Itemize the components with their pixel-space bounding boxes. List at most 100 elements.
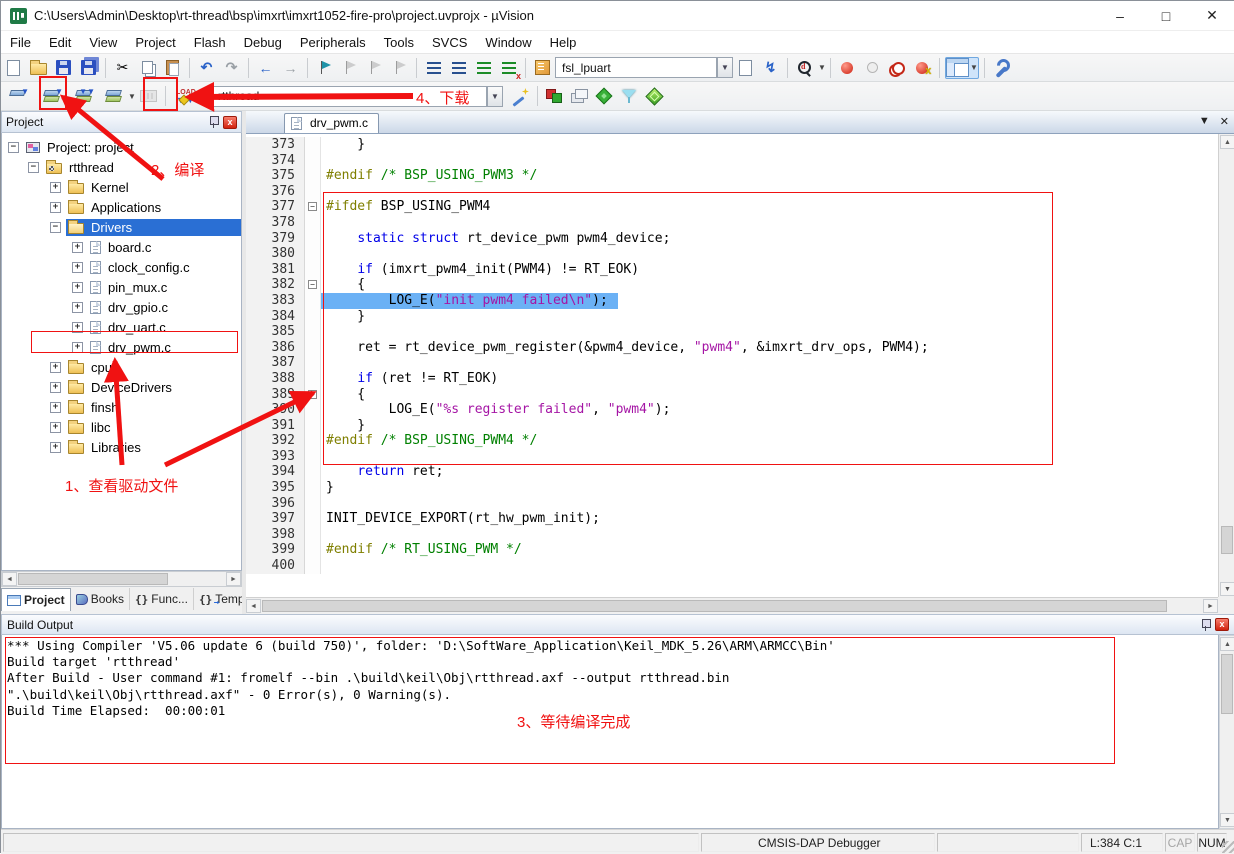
batch-build-dropdown-icon[interactable]: ▼: [128, 92, 136, 101]
code-line-389[interactable]: 389− {: [246, 387, 1218, 403]
fold-collapse-icon[interactable]: −: [308, 390, 317, 399]
navigate-back-icon[interactable]: ←: [254, 57, 277, 79]
tree-item-rtthread[interactable]: −rtthread: [2, 157, 241, 177]
code-line-394[interactable]: 394 return ret;: [246, 464, 1218, 480]
translate-icon[interactable]: ▼: [7, 85, 30, 107]
code-line-399[interactable]: 399#endif /* RT_USING_PWM */: [246, 542, 1218, 558]
code-line-395[interactable]: 395}: [246, 480, 1218, 496]
code-line-380[interactable]: 380: [246, 246, 1218, 262]
find-in-document-icon[interactable]: [734, 57, 757, 79]
insert-breakpoint-icon[interactable]: [836, 57, 859, 79]
open-file-icon[interactable]: [27, 57, 50, 79]
fold-margin[interactable]: −: [304, 199, 321, 215]
code-line-397[interactable]: 397INIT_DEVICE_EXPORT(rt_hw_pwm_init);: [246, 511, 1218, 527]
code-line-378[interactable]: 378: [246, 215, 1218, 231]
tree-item-drv-pwm-c[interactable]: +drv_pwm.c: [2, 337, 241, 357]
pin-icon[interactable]: [1200, 618, 1212, 632]
cut-icon[interactable]: ✂: [111, 57, 134, 79]
tree-item-libc[interactable]: +libc: [2, 417, 241, 437]
code-line-379[interactable]: 379 static struct rt_device_pwm pwm4_dev…: [246, 231, 1218, 247]
tree-item-drv-gpio-c[interactable]: +drv_gpio.c: [2, 297, 241, 317]
scroll-thumb[interactable]: [1221, 526, 1233, 554]
options-for-target-icon[interactable]: [509, 85, 532, 107]
save-all-icon[interactable]: [77, 57, 100, 79]
tree-item-drv-uart-c[interactable]: +drv_uart.c: [2, 317, 241, 337]
code-line-392[interactable]: 392#endif /* BSP_USING_PWM4 */: [246, 433, 1218, 449]
unindent-icon[interactable]: [422, 57, 445, 79]
tree-expander-icon[interactable]: +: [50, 202, 61, 213]
windows-layout-icon[interactable]: ▼: [945, 57, 979, 79]
scroll-right-icon[interactable]: ►: [1203, 599, 1218, 613]
tree-item-drivers[interactable]: −Drivers: [2, 217, 241, 237]
scroll-thumb[interactable]: [262, 600, 1167, 612]
find-combo-dropdown-icon[interactable]: ▼: [717, 57, 733, 78]
tree-expander-icon[interactable]: +: [72, 242, 83, 253]
fold-margin[interactable]: −: [304, 387, 321, 403]
panel-tab-project[interactable]: Project: [1, 588, 71, 611]
editor-vscrollbar[interactable]: ▲ ▼: [1218, 134, 1234, 597]
new-file-icon[interactable]: [2, 57, 25, 79]
code-line-398[interactable]: 398: [246, 527, 1218, 543]
scroll-up-icon[interactable]: ▲: [1220, 135, 1234, 149]
tree-item-project-project[interactable]: −Project: project: [2, 137, 241, 157]
code-line-377[interactable]: 377−#ifdef BSP_USING_PWM4: [246, 199, 1218, 215]
tree-expander-icon[interactable]: −: [50, 222, 61, 233]
tree-expander-icon[interactable]: +: [72, 302, 83, 313]
build-output-vscrollbar[interactable]: ▲ ▼: [1219, 635, 1234, 829]
code-line-376[interactable]: 376: [246, 184, 1218, 200]
incremental-find-icon[interactable]: ↯: [759, 57, 782, 79]
find-combo[interactable]: fsl_lpuart: [555, 57, 717, 78]
menu-item-file[interactable]: File: [1, 33, 40, 52]
next-bookmark-icon[interactable]: [363, 57, 386, 79]
close-button[interactable]: ✕: [1189, 1, 1234, 30]
menu-item-project[interactable]: Project: [126, 33, 184, 52]
editor-tab-drv-pwm-c[interactable]: drv_pwm.c: [284, 113, 379, 133]
kill-all-breakpoints-icon[interactable]: x: [911, 57, 934, 79]
indent-icon[interactable]: [447, 57, 470, 79]
maximize-button[interactable]: □: [1143, 1, 1189, 30]
editor-hscrollbar[interactable]: ◄ ►: [246, 597, 1218, 614]
tree-expander-icon[interactable]: +: [72, 262, 83, 273]
fold-collapse-icon[interactable]: −: [308, 202, 317, 211]
menu-item-svcs[interactable]: SVCS: [423, 33, 476, 52]
code-line-387[interactable]: 387: [246, 355, 1218, 371]
tree-expander-icon[interactable]: +: [72, 342, 83, 353]
manage-runtime-environment-icon[interactable]: [593, 85, 616, 107]
scroll-thumb[interactable]: [1221, 654, 1233, 714]
tree-item-clock-config-c[interactable]: +clock_config.c: [2, 257, 241, 277]
menu-item-debug[interactable]: Debug: [235, 33, 291, 52]
prev-bookmark-icon[interactable]: [338, 57, 361, 79]
fold-margin[interactable]: −: [304, 277, 321, 293]
comment-icon[interactable]: [472, 57, 495, 79]
menu-item-help[interactable]: Help: [541, 33, 586, 52]
pack-installer-icon[interactable]: [643, 85, 666, 107]
code-line-384[interactable]: 384 }: [246, 309, 1218, 325]
code-line-386[interactable]: 386 ret = rt_device_pwm_register(&pwm4_d…: [246, 340, 1218, 356]
tree-expander-icon[interactable]: +: [50, 362, 61, 373]
pin-icon[interactable]: [208, 115, 220, 129]
manage-project-items-icon[interactable]: [543, 85, 566, 107]
panel-tab-func[interactable]: {}Func...: [130, 588, 194, 610]
tree-expander-icon[interactable]: +: [50, 182, 61, 193]
panel-tab-books[interactable]: Books: [71, 588, 130, 610]
debug-dropdown-icon[interactable]: ▼: [818, 63, 826, 72]
code-line-373[interactable]: 373 }: [246, 137, 1218, 153]
manage-layers-icon[interactable]: [568, 85, 591, 107]
select-target-dropdown-icon[interactable]: ▼: [487, 86, 503, 107]
scroll-right-icon[interactable]: ►: [226, 572, 241, 586]
menu-item-peripherals[interactable]: Peripherals: [291, 33, 375, 52]
build-icon[interactable]: ▼: [41, 85, 64, 107]
scroll-up-icon[interactable]: ▲: [1220, 637, 1234, 651]
code-line-374[interactable]: 374: [246, 153, 1218, 169]
code-line-385[interactable]: 385: [246, 324, 1218, 340]
scroll-down-icon[interactable]: ▼: [1220, 582, 1234, 596]
tree-item-cpu[interactable]: +cpu: [2, 357, 241, 377]
save-icon[interactable]: [52, 57, 75, 79]
menu-item-view[interactable]: View: [80, 33, 126, 52]
menu-item-flash[interactable]: Flash: [185, 33, 235, 52]
scroll-down-icon[interactable]: ▼: [1220, 813, 1234, 827]
code-line-390[interactable]: 390 LOG_E("%s register failed", "pwm4");: [246, 402, 1218, 418]
project-tree-hscrollbar[interactable]: ◄ ►: [1, 571, 242, 587]
clear-bookmarks-icon[interactable]: [388, 57, 411, 79]
code-line-382[interactable]: 382− {: [246, 277, 1218, 293]
